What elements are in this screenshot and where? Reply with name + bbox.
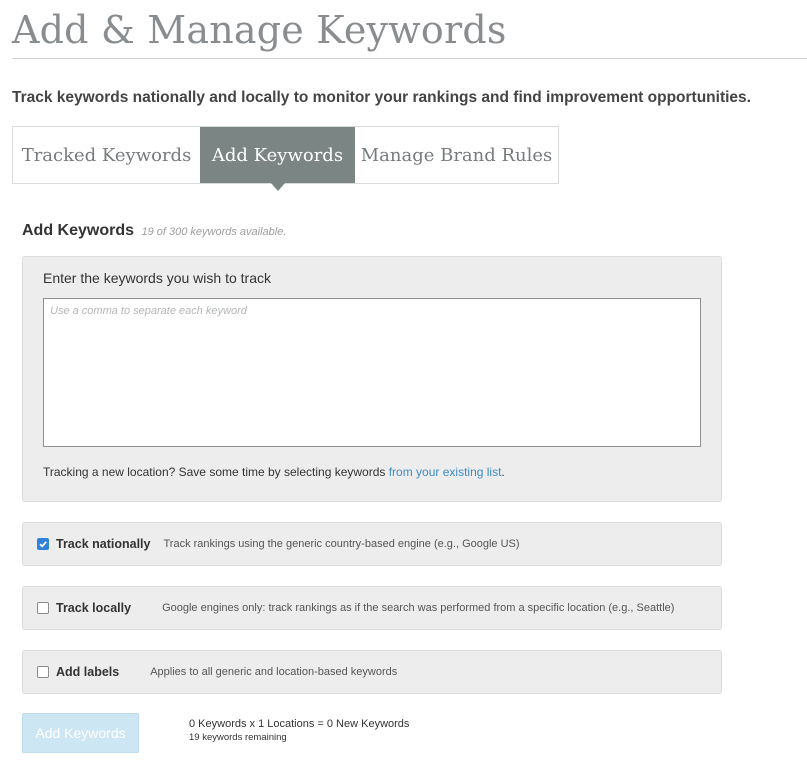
tab-bar: Tracked Keywords Add Keywords Manage Bra… — [12, 126, 559, 191]
tab-add-keywords[interactable]: Add Keywords — [200, 127, 355, 191]
keywords-availability: 19 of 300 keywords available. — [141, 226, 287, 238]
track-nationally-description: Track rankings using the generic country… — [163, 538, 520, 550]
track-locally-checkbox[interactable] — [37, 602, 49, 614]
hint-text: Tracking a new location? Save some time … — [43, 465, 389, 479]
section-heading: Add Keywords 19 of 300 keywords availabl… — [22, 222, 286, 240]
keywords-panel: Enter the keywords you wish to track Tra… — [22, 256, 722, 502]
add-labels-description: Applies to all generic and location-base… — [150, 666, 398, 678]
track-locally-label: Track locally — [56, 601, 132, 615]
track-locally-description: Google engines only: track rankings as i… — [162, 602, 675, 614]
option-track-locally: Track locally Google engines only: track… — [22, 586, 722, 630]
keywords-input[interactable] — [43, 298, 701, 447]
existing-list-link[interactable]: from your existing list — [389, 465, 502, 479]
option-add-labels: Add labels Applies to all generic and lo… — [22, 650, 722, 694]
keywords-remaining: 19 keywords remaining — [189, 732, 287, 743]
summary-calculation: 0 Keywords x 1 Locations = 0 New Keyword… — [189, 718, 410, 730]
add-labels-checkbox[interactable] — [37, 666, 49, 678]
add-keywords-button[interactable]: Add Keywords — [22, 713, 139, 753]
existing-list-hint: Tracking a new location? Save some time … — [43, 465, 505, 479]
section-title: Add Keywords — [22, 222, 135, 239]
title-divider — [12, 58, 807, 59]
track-nationally-label: Track nationally — [56, 537, 151, 551]
check-icon — [39, 541, 47, 548]
option-track-nationally: Track nationally Track rankings using th… — [22, 522, 722, 566]
track-nationally-checkbox[interactable] — [37, 538, 49, 550]
page-subtitle: Track keywords nationally and locally to… — [12, 89, 751, 106]
page-title: Add & Manage Keywords — [12, 8, 507, 52]
tab-tracked-keywords[interactable]: Tracked Keywords — [13, 127, 200, 183]
keywords-label: Enter the keywords you wish to track — [43, 270, 271, 286]
add-labels-label: Add labels — [56, 665, 120, 679]
hint-end: . — [501, 465, 505, 479]
tab-manage-brand-rules[interactable]: Manage Brand Rules — [355, 127, 558, 183]
keywords-summary: 0 Keywords x 1 Locations = 0 New Keyword… — [189, 718, 409, 743]
